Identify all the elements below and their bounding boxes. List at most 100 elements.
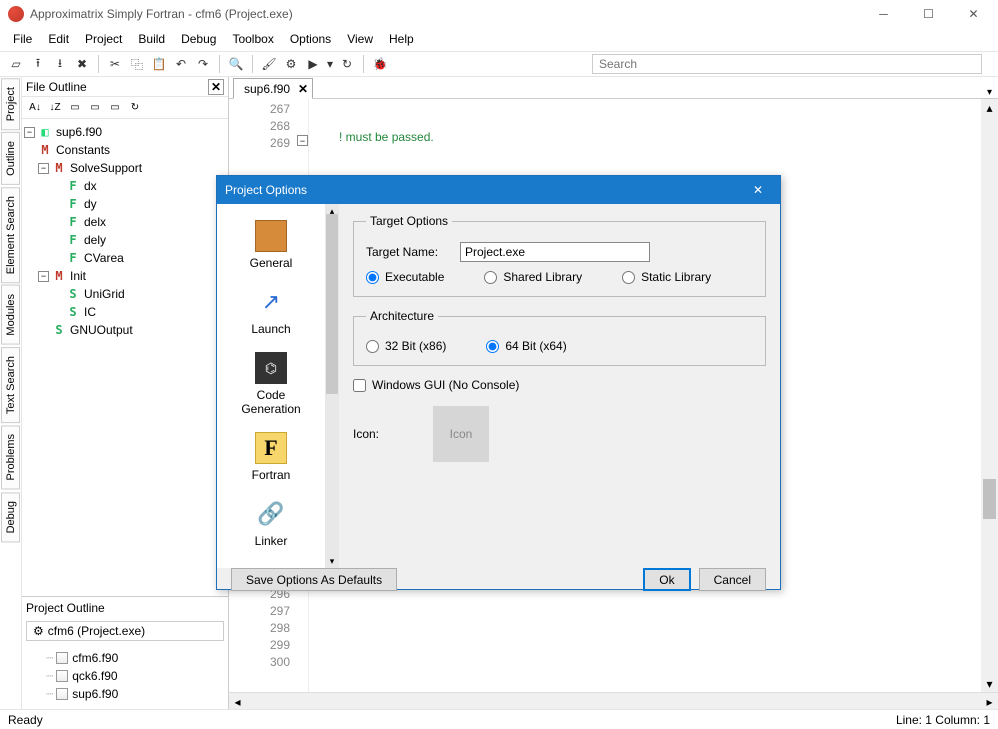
menu-project[interactable]: Project [78, 29, 129, 49]
tree-module-constants[interactable]: Constants [56, 143, 110, 157]
tree-fn-dx[interactable]: dx [84, 179, 97, 193]
menu-debug[interactable]: Debug [174, 29, 223, 49]
tree-module-solvesupport[interactable]: SolveSupport [70, 161, 142, 175]
tree-toggle-icon[interactable]: − [24, 127, 35, 138]
settings-icon[interactable]: ⚙ [281, 54, 301, 74]
sort-desc-icon[interactable]: ↓Z [46, 99, 64, 117]
tree-toggle-icon[interactable]: − [38, 271, 49, 282]
tree-module-init[interactable]: Init [70, 269, 86, 283]
vtab-project[interactable]: Project [1, 78, 20, 130]
radio-64bit[interactable]: 64 Bit (x64) [486, 339, 566, 353]
nav-code-generation[interactable]: ⌬ Code Generation [226, 348, 316, 424]
tree-fn-dy[interactable]: dy [84, 197, 97, 211]
list-item[interactable]: ┈sup6.f90 [28, 685, 222, 703]
tab-overflow-icon[interactable]: ▾ [987, 87, 992, 98]
delete-icon[interactable]: ✖ [72, 54, 92, 74]
redo-icon[interactable]: ↷ [193, 54, 213, 74]
editor-tab[interactable]: sup6.f90 ✕ [233, 78, 313, 99]
paste-icon[interactable]: 📋 [149, 54, 169, 74]
radio-input[interactable] [486, 340, 499, 353]
dialog-titlebar[interactable]: Project Options ✕ [217, 176, 780, 204]
menu-toolbox[interactable]: Toolbox [225, 29, 280, 49]
scroll-thumb[interactable] [983, 479, 996, 519]
run-icon[interactable]: ▶ [303, 54, 323, 74]
nav-launch[interactable]: ↗ Launch [226, 282, 316, 344]
filter2-icon[interactable]: ▭ [86, 99, 104, 117]
menu-options[interactable]: Options [283, 29, 338, 49]
nav-scrollbar[interactable]: ▴ ▾ [325, 204, 339, 568]
sort-asc-icon[interactable]: A↓ [26, 99, 44, 117]
save-icon[interactable]: ⭳ [50, 54, 70, 74]
radio-shared-library[interactable]: Shared Library [484, 270, 582, 284]
debug-icon[interactable]: 🐞 [370, 54, 390, 74]
radio-static-library[interactable]: Static Library [622, 270, 711, 284]
file-outline-tree[interactable]: −◧sup6.f90 MConstants −MSolveSupport Fdx… [22, 119, 228, 596]
list-item[interactable]: ┈qck6.f90 [28, 667, 222, 685]
scroll-right-icon[interactable]: ▸ [981, 693, 998, 710]
filter3-icon[interactable]: ▭ [106, 99, 124, 117]
vtab-element-search[interactable]: Element Search [1, 187, 20, 283]
scroll-down-icon[interactable]: ▾ [981, 675, 998, 692]
tab-close-icon[interactable]: ✕ [298, 82, 308, 96]
tree-sub-ic[interactable]: IC [84, 305, 96, 319]
maximize-button[interactable]: ☐ [906, 0, 951, 27]
nav-fortran[interactable]: F Fortran [226, 428, 316, 490]
cut-icon[interactable]: ✂ [105, 54, 125, 74]
dialog-close-icon[interactable]: ✕ [744, 176, 772, 204]
vtab-problems[interactable]: Problems [1, 425, 20, 489]
vtab-debug[interactable]: Debug [1, 492, 20, 542]
tree-file[interactable]: sup6.f90 [56, 125, 102, 139]
menu-build[interactable]: Build [131, 29, 172, 49]
radio-input[interactable] [484, 271, 497, 284]
target-name-input[interactable] [460, 242, 650, 262]
radio-executable[interactable]: Executable [366, 270, 444, 284]
tree-fn-dely[interactable]: dely [84, 233, 106, 247]
minimize-button[interactable]: ─ [861, 0, 906, 27]
menu-help[interactable]: Help [382, 29, 421, 49]
menu-file[interactable]: File [6, 29, 39, 49]
filter1-icon[interactable]: ▭ [66, 99, 84, 117]
find-icon[interactable]: 🔍 [226, 54, 246, 74]
radio-input[interactable] [622, 271, 635, 284]
nav-general[interactable]: General [226, 216, 316, 278]
search-input[interactable] [592, 54, 982, 74]
horizontal-scrollbar[interactable]: ◂ ▸ [229, 692, 998, 709]
menu-view[interactable]: View [340, 29, 380, 49]
panel-close-icon[interactable]: ✕ [208, 79, 224, 95]
vtab-outline[interactable]: Outline [1, 132, 20, 185]
save-defaults-button[interactable]: Save Options As Defaults [231, 568, 397, 591]
tree-fn-cvarea[interactable]: CVarea [84, 251, 124, 265]
refresh-icon[interactable]: ↻ [126, 99, 144, 117]
run-drop-icon[interactable]: ▾ [325, 54, 335, 74]
radio-input[interactable] [366, 340, 379, 353]
checkbox-input[interactable] [353, 379, 366, 392]
list-item[interactable]: ┈cfm6.f90 [28, 649, 222, 667]
menu-edit[interactable]: Edit [41, 29, 76, 49]
fold-icon[interactable]: − [297, 135, 308, 146]
scroll-left-icon[interactable]: ◂ [229, 693, 246, 710]
copy-icon[interactable]: ⿻ [127, 54, 147, 74]
project-outline-project[interactable]: ⚙ cfm6 (Project.exe) [26, 621, 224, 641]
vtab-modules[interactable]: Modules [1, 285, 20, 345]
checkbox-windows-gui[interactable]: Windows GUI (No Console) [353, 378, 519, 392]
undo-icon[interactable]: ↶ [171, 54, 191, 74]
radio-32bit[interactable]: 32 Bit (x86) [366, 339, 446, 353]
scroll-thumb[interactable] [326, 214, 338, 394]
open-icon[interactable]: ⭱ [28, 54, 48, 74]
close-button[interactable]: ✕ [951, 0, 996, 27]
tree-sub-gnuoutput[interactable]: GNUOutput [70, 323, 133, 337]
vtab-text-search[interactable]: Text Search [1, 347, 20, 423]
vertical-scrollbar[interactable]: ▴ ▾ [981, 99, 998, 692]
icon-well[interactable]: Icon [433, 406, 489, 462]
new-file-icon[interactable]: ▱ [6, 54, 26, 74]
nav-linker[interactable]: 🔗 Linker [226, 494, 316, 556]
scroll-up-icon[interactable]: ▴ [981, 99, 998, 116]
clean-icon[interactable]: 🖌 [259, 54, 279, 74]
ok-button[interactable]: Ok [643, 568, 690, 591]
tree-fn-delx[interactable]: delx [84, 215, 106, 229]
radio-input[interactable] [366, 271, 379, 284]
tree-sub-unigrid[interactable]: UniGrid [84, 287, 125, 301]
tree-toggle-icon[interactable]: − [38, 163, 49, 174]
cancel-button[interactable]: Cancel [699, 568, 766, 591]
scroll-down-icon[interactable]: ▾ [325, 554, 339, 568]
